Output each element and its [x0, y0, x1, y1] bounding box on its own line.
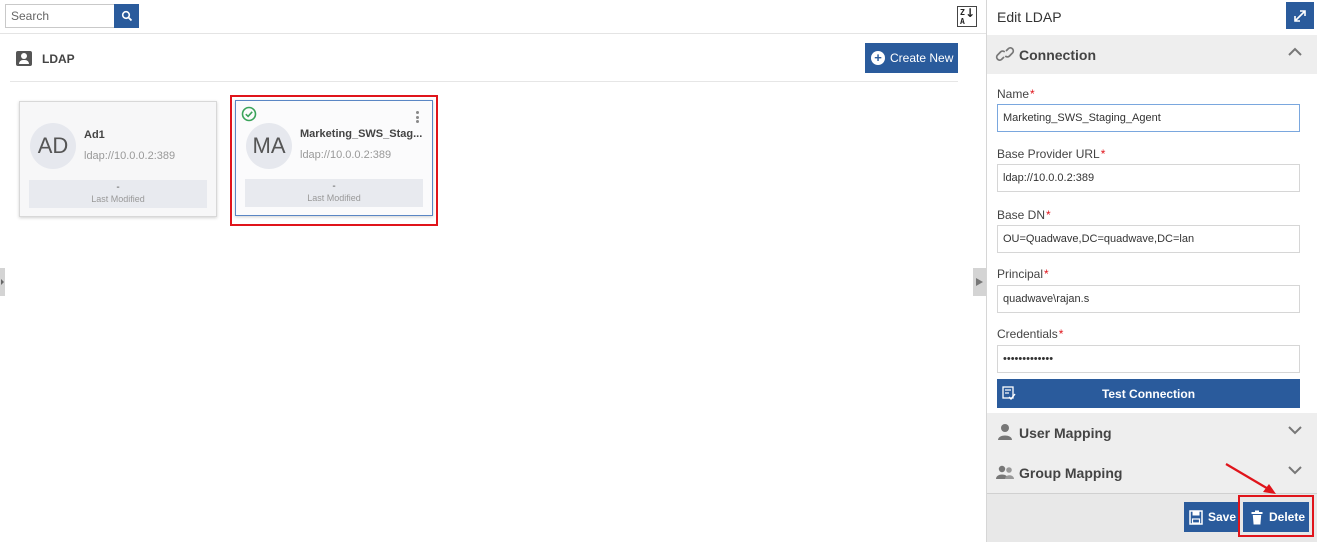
credentials-label: Credentials* [997, 327, 1064, 341]
section-header: LDAP + Create New [10, 42, 958, 82]
base-provider-url-label: Base Provider URL* [997, 147, 1106, 161]
ldap-card[interactable]: AD Ad1 ldap://10.0.0.2:389 - Last Modifi… [19, 101, 217, 217]
credentials-input[interactable] [997, 345, 1300, 373]
card-name: Ad1 [84, 129, 105, 141]
panel-header: Edit LDAP [987, 0, 1317, 34]
user-mapping-title: User Mapping [1019, 425, 1112, 441]
delete-highlight-box [1238, 495, 1314, 537]
base-provider-url-input[interactable] [997, 164, 1300, 192]
create-new-button[interactable]: + Create New [865, 43, 958, 73]
sort-down-arrow-icon: ↓ [964, 6, 975, 20]
name-input[interactable] [997, 104, 1300, 132]
left-collapse-handle[interactable] [0, 268, 5, 296]
last-modified-label: Last Modified [91, 194, 145, 204]
panel-collapse-handle[interactable] [973, 268, 986, 296]
top-toolbar: Z A ↓ [0, 0, 986, 34]
panel-title: Edit LDAP [997, 9, 1062, 25]
chevron-up-icon [1288, 47, 1302, 56]
card-footer: - Last Modified [29, 180, 207, 208]
test-connection-label: Test Connection [1101, 386, 1196, 401]
test-checklist-icon [1002, 386, 1016, 400]
search-button[interactable] [114, 4, 139, 28]
annotation-arrow-icon [1225, 463, 1276, 494]
save-button[interactable]: Save [1184, 502, 1238, 532]
principal-input[interactable] [997, 285, 1300, 313]
chevron-down-icon [1288, 466, 1302, 475]
expand-icon [1294, 9, 1306, 22]
base-dn-input[interactable] [997, 225, 1300, 253]
user-icon [998, 424, 1012, 440]
link-icon [995, 47, 1015, 61]
save-label: Save [1208, 510, 1237, 524]
card-highlight-box [230, 95, 438, 226]
connection-title: Connection [1019, 47, 1096, 63]
users-group-icon [996, 465, 1014, 479]
card-url: ldap://10.0.0.2:389 [84, 150, 176, 162]
name-label: Name* [997, 87, 1035, 101]
user-contact-icon [16, 51, 32, 66]
group-mapping-title: Group Mapping [1019, 465, 1123, 481]
sort-za-button[interactable]: Z A ↓ [957, 6, 977, 27]
plus-circle-icon: + [871, 51, 885, 65]
base-dn-label: Base DN* [997, 208, 1051, 222]
avatar: AD [30, 123, 76, 169]
principal-label: Principal* [997, 267, 1049, 281]
expand-panel-button[interactable] [1286, 2, 1314, 29]
section-title: LDAP [42, 52, 75, 66]
user-mapping-section-header[interactable]: User Mapping [987, 413, 1317, 453]
connection-section-header[interactable]: Connection [987, 35, 1317, 74]
ldap-admin-screen: Z A ↓ LDAP + Create New AD Ad1 ldap://10… [0, 0, 1317, 542]
search-input[interactable] [5, 4, 114, 28]
search-icon [121, 10, 132, 22]
chevron-down-icon [1288, 426, 1302, 435]
save-icon [1189, 509, 1203, 525]
last-modified-value: - [116, 182, 120, 193]
connection-form: Name* Base Provider URL* Base DN* Princi… [987, 74, 1317, 413]
create-new-label: Create New [890, 51, 954, 65]
test-connection-button[interactable]: Test Connection [997, 379, 1300, 408]
